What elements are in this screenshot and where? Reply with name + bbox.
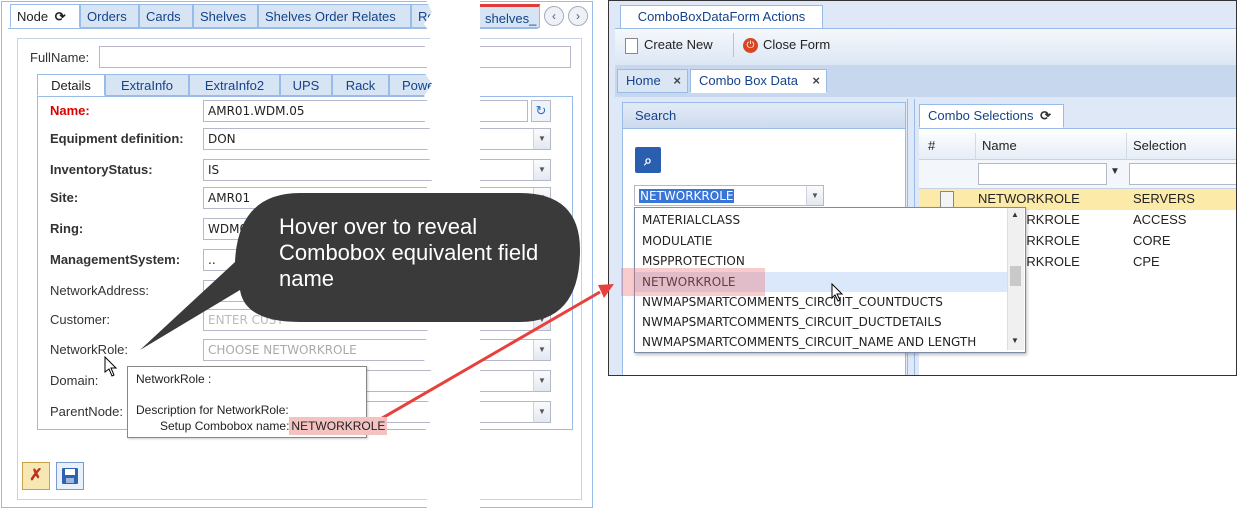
tooltip-setup-label: Setup Combobox name: <box>160 419 290 433</box>
tooltip-title: NetworkRole : <box>136 372 212 386</box>
tooltip-setup-line: Setup Combobox name: NETWORKROLE <box>160 417 388 435</box>
red-arrow-head <box>598 284 614 298</box>
tooltip-setup-value: NETWORKROLE <box>289 417 388 435</box>
callout-text: Hover over to reveal Combobox equivalent… <box>279 214 539 291</box>
mouse-cursor-icon <box>104 356 118 377</box>
tooltip-description: Description for NetworkRole: <box>136 403 289 417</box>
networkrole-tooltip: NetworkRole : Description for NetworkRol… <box>127 366 388 438</box>
